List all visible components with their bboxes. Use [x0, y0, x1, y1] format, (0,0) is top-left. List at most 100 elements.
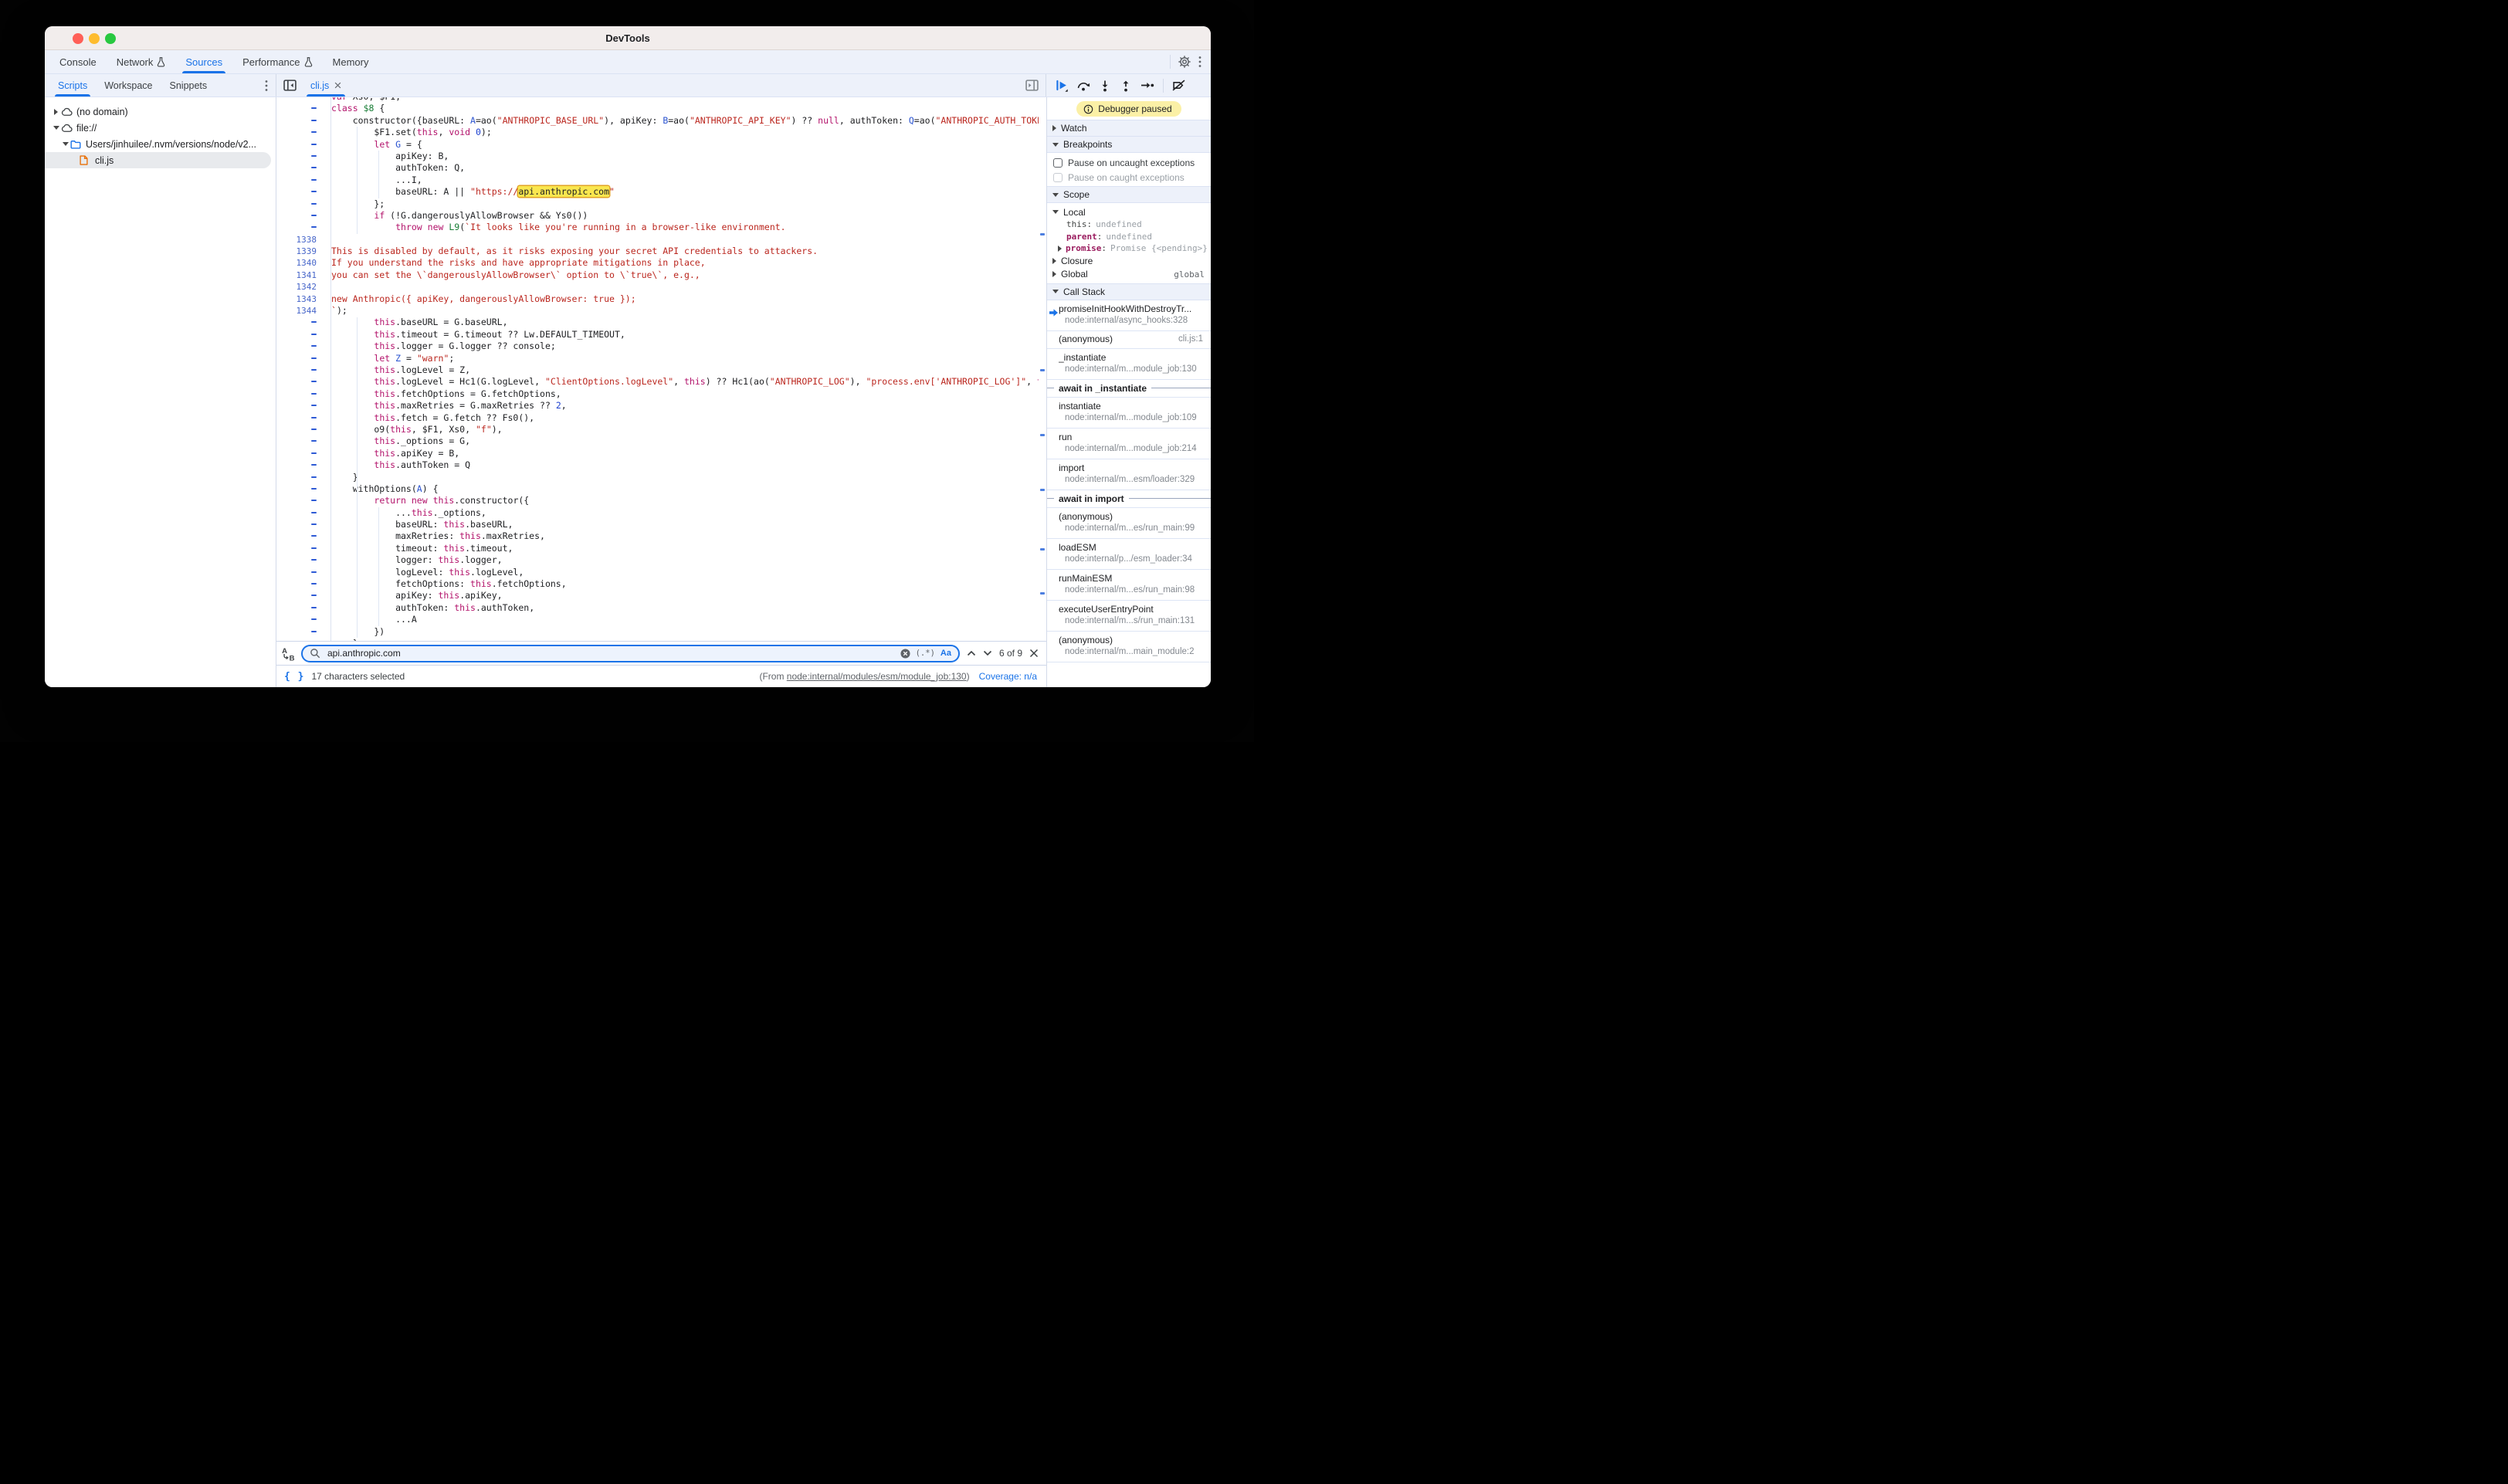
gutter-line[interactable]	[276, 186, 317, 198]
gutter-line[interactable]	[276, 448, 317, 459]
scope-group-local[interactable]: Local	[1047, 205, 1211, 219]
gutter-line[interactable]	[276, 317, 317, 328]
next-match-icon[interactable]	[983, 650, 992, 656]
sidebar-tab-snippets[interactable]: Snippets	[161, 74, 216, 97]
gutter-line[interactable]: 1341	[276, 269, 317, 281]
tab-memory[interactable]: Memory	[323, 50, 379, 73]
section-callstack[interactable]: Call Stack	[1047, 283, 1211, 300]
callstack-frame[interactable]: instantiatenode:internal/m...module_job:…	[1047, 398, 1211, 429]
scope-variable-this[interactable]: this:undefined	[1047, 219, 1211, 231]
coverage-link[interactable]: Coverage: n/a	[979, 671, 1037, 682]
callstack-frame[interactable]: (anonymous)node:internal/m...es/run_main…	[1047, 508, 1211, 539]
regex-toggle[interactable]: (.*)	[916, 649, 935, 658]
replace-toggle-icon[interactable]: AB	[281, 646, 294, 661]
navigator-more-icon[interactable]	[257, 74, 276, 97]
kebab-menu-icon[interactable]	[1198, 56, 1201, 68]
gutter-line[interactable]	[276, 103, 317, 114]
scope-variable-parent[interactable]: parent:undefined	[1047, 231, 1211, 243]
gutter-line[interactable]	[276, 174, 317, 186]
gutter-line[interactable]	[276, 626, 317, 638]
callstack-frame[interactable]: promiseInitHookWithDestroyTr...node:inte…	[1047, 300, 1211, 331]
sidebar-tab-scripts[interactable]: Scripts	[49, 74, 96, 97]
tab-console[interactable]: Console	[49, 50, 107, 73]
scope-group-closure[interactable]: Closure	[1047, 255, 1211, 268]
gutter-line[interactable]: 1343	[276, 293, 317, 305]
hide-navigator-panel-icon[interactable]	[276, 74, 303, 97]
callstack-frame[interactable]: runnode:internal/m...module_job:214	[1047, 429, 1211, 459]
pretty-print-button[interactable]: { }	[284, 671, 304, 683]
step-over-button[interactable]	[1076, 80, 1090, 91]
gutter-line[interactable]	[276, 590, 317, 601]
section-watch[interactable]: Watch	[1047, 120, 1211, 137]
gutter-line[interactable]	[276, 388, 317, 400]
gutter-line[interactable]	[276, 400, 317, 412]
tree-item-file-[interactable]: file://	[45, 120, 271, 136]
close-search-icon[interactable]	[1029, 649, 1039, 658]
gutter-line[interactable]	[276, 376, 317, 388]
gutter-line[interactable]	[276, 151, 317, 162]
gutter-line[interactable]	[276, 472, 317, 483]
tab-sources[interactable]: Sources	[175, 50, 232, 73]
gutter-line[interactable]: 1342	[276, 281, 317, 293]
gutter-line[interactable]	[276, 97, 317, 103]
gutter-line[interactable]	[276, 341, 317, 352]
gutter-line[interactable]	[276, 162, 317, 174]
gutter-line[interactable]	[276, 602, 317, 614]
tree-item-cli-js[interactable]: cli.js	[45, 152, 271, 168]
hide-debugger-panel-icon[interactable]	[1018, 74, 1046, 97]
gutter-line[interactable]	[276, 353, 317, 364]
tree-item-users-jinhuilee-nvm-versions-node-v2-[interactable]: Users/jinhuilee/.nvm/versions/node/v2...	[45, 136, 271, 152]
pause-uncaught-label[interactable]: Pause on uncaught exceptions	[1068, 158, 1195, 168]
callstack-frame[interactable]: runMainESMnode:internal/m...es/run_main:…	[1047, 570, 1211, 601]
gutter-line[interactable]	[276, 614, 317, 625]
gutter-line[interactable]	[276, 139, 317, 151]
callstack-frame[interactable]: _instantiatenode:internal/m...module_job…	[1047, 349, 1211, 380]
gutter-line[interactable]	[276, 459, 317, 471]
gutter-line[interactable]	[276, 519, 317, 530]
gutter-line[interactable]	[276, 483, 317, 495]
tree-item--no-domain-[interactable]: (no domain)	[45, 103, 271, 120]
scope-group-global[interactable]: Globalglobal	[1047, 268, 1211, 281]
gutter-line[interactable]	[276, 495, 317, 507]
line-number-gutter[interactable]: 1338133913401341134213431344	[276, 97, 330, 641]
callstack-frame[interactable]: loadESMnode:internal/p.../esm_loader:34	[1047, 539, 1211, 570]
gutter-line[interactable]	[276, 127, 317, 138]
gutter-line[interactable]	[276, 567, 317, 578]
gutter-line[interactable]	[276, 198, 317, 210]
gutter-line[interactable]	[276, 115, 317, 127]
gutter-line[interactable]	[276, 543, 317, 554]
gutter-line[interactable]	[276, 554, 317, 566]
callstack-frame[interactable]: importnode:internal/m...esm/loader:329	[1047, 459, 1211, 490]
pause-caught-label[interactable]: Pause on caught exceptions	[1068, 172, 1185, 183]
match-case-toggle[interactable]: Aa	[940, 649, 951, 658]
gutter-line[interactable]	[276, 507, 317, 519]
gutter-line[interactable]	[276, 412, 317, 424]
gutter-line[interactable]	[276, 364, 317, 376]
resume-script-button[interactable]	[1055, 79, 1068, 92]
pause-uncaught-checkbox[interactable]	[1053, 158, 1063, 168]
editor-tab-clijs[interactable]: cli.js	[303, 74, 348, 97]
tab-network[interactable]: Network	[107, 50, 176, 73]
tab-performance[interactable]: Performance	[232, 50, 322, 73]
callstack-frame[interactable]: (anonymous)node:internal/m...main_module…	[1047, 632, 1211, 662]
gear-icon[interactable]	[1178, 56, 1191, 68]
section-scope[interactable]: Scope	[1047, 186, 1211, 203]
gutter-line[interactable]	[276, 210, 317, 222]
gutter-line[interactable]	[276, 638, 317, 641]
search-input[interactable]	[326, 647, 895, 659]
gutter-line[interactable]	[276, 222, 317, 233]
gutter-line[interactable]	[276, 578, 317, 590]
gutter-line[interactable]: 1344	[276, 305, 317, 317]
step-into-button[interactable]	[1099, 80, 1111, 92]
clear-search-icon[interactable]	[900, 649, 910, 659]
scope-variable-promise[interactable]: promise:Promise {<pending>}	[1047, 242, 1211, 255]
gutter-line[interactable]	[276, 329, 317, 341]
deactivate-breakpoints-button[interactable]	[1172, 80, 1185, 91]
close-tab-icon[interactable]	[334, 82, 341, 89]
gutter-line[interactable]: 1338	[276, 234, 317, 246]
gutter-line[interactable]	[276, 530, 317, 542]
pause-caught-checkbox[interactable]	[1053, 173, 1063, 182]
step-out-button[interactable]	[1120, 80, 1132, 92]
code-editor[interactable]: 1338133913401341134213431344 var Xs0, $F…	[276, 97, 1046, 641]
sidebar-tab-workspace[interactable]: Workspace	[96, 74, 161, 97]
